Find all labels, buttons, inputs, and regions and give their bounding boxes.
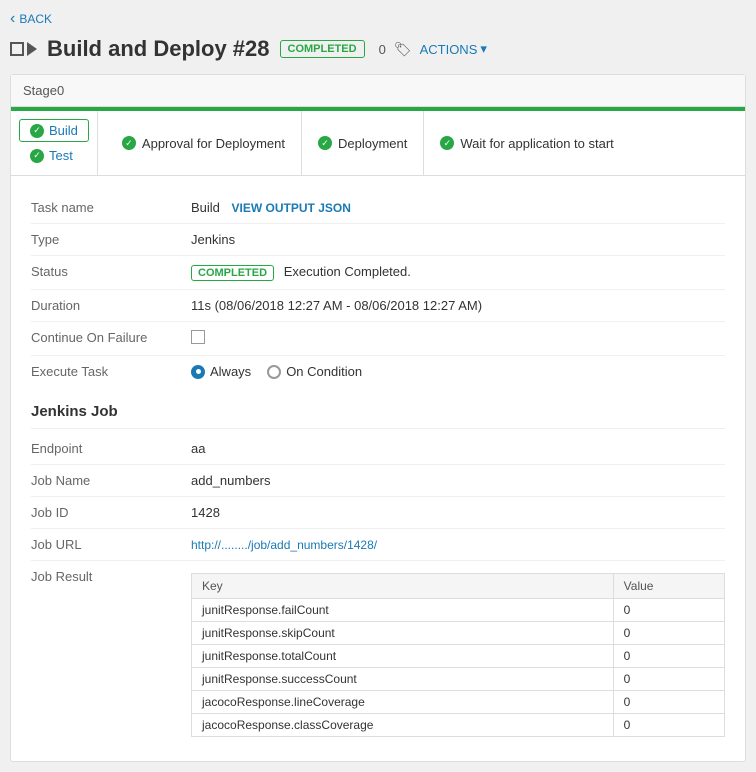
tab-test-label: Test [49,148,73,163]
table-cell-value: 0 [613,599,724,622]
task-name-value: Build VIEW OUTPUT JSON [191,200,725,215]
header-actions: 0 🏷 ACTIONS [379,41,487,58]
tab-test[interactable]: ✓ Test [19,144,89,167]
job-url-link[interactable]: http://......../job/add_numbers/1428/ [191,538,377,552]
status-label: Status [31,264,191,279]
left-tabs: ✓ Build ✓ Test [19,111,98,175]
endpoint-label: Endpoint [31,441,191,456]
continue-failure-label: Continue On Failure [31,330,191,345]
table-row: junitResponse.skipCount0 [192,622,725,645]
step-deployment-label: Deployment [338,136,407,151]
step-wait[interactable]: ✓ Wait for application to start [424,111,629,175]
back-link[interactable]: BACK [10,10,746,28]
duration-row: Duration 11s (08/06/2018 12:27 AM - 08/0… [31,290,725,322]
execute-task-label: Execute Task [31,364,191,379]
section-divider [31,428,725,429]
radio-on-condition[interactable]: On Condition [267,364,362,379]
col-value-header: Value [613,574,724,599]
page-title: Build and Deploy #28 [47,36,270,62]
detail-section: Task name Build VIEW OUTPUT JSON Type Je… [11,176,745,403]
job-result-row: Job Result Key Value junitResponse.failC… [31,561,725,745]
tag-icon: 🏷 [394,41,412,58]
continue-failure-row: Continue On Failure [31,322,725,356]
build-check-icon: ✓ [30,124,44,138]
type-label: Type [31,232,191,247]
radio-always-icon [191,365,205,379]
table-row: junitResponse.failCount0 [192,599,725,622]
step-deployment[interactable]: ✓ Deployment [302,111,424,175]
table-cell-key: junitResponse.failCount [192,599,614,622]
tab-build[interactable]: ✓ Build [19,119,89,142]
view-output-link[interactable]: VIEW OUTPUT JSON [232,201,351,215]
always-label: Always [210,364,251,379]
job-url-row: Job URL http://......../job/add_numbers/… [31,529,725,561]
continue-failure-checkbox [191,330,725,347]
table-cell-value: 0 [613,714,724,737]
status-row: Status COMPLETED Execution Completed. [31,256,725,290]
job-result-table: Key Value junitResponse.failCount0junitR… [191,573,725,737]
job-id-value: 1428 [191,505,725,520]
deployment-check-icon: ✓ [318,136,332,150]
page-header: Build and Deploy #28 COMPLETED 0 🏷 ACTIO… [10,36,746,62]
type-value: Jenkins [191,232,725,247]
main-card: Stage0 ✓ Build ✓ Test ✓ Approval for Dep… [10,74,746,762]
table-cell-key: junitResponse.successCount [192,668,614,691]
table-row: jacocoResponse.lineCoverage0 [192,691,725,714]
table-row: junitResponse.successCount0 [192,668,725,691]
test-check-icon: ✓ [30,149,44,163]
col-key-header: Key [192,574,614,599]
step-wait-label: Wait for application to start [460,136,613,151]
job-result-table-container: Key Value junitResponse.failCount0junitR… [191,569,725,737]
zero-label: 0 [379,42,386,57]
task-name-label: Task name [31,200,191,215]
completed-badge: COMPLETED [191,265,274,281]
duration-value: 11s (08/06/2018 12:27 AM - 08/06/2018 12… [191,298,725,313]
status-value: COMPLETED Execution Completed. [191,264,725,281]
table-row: jacocoResponse.classCoverage0 [192,714,725,737]
table-cell-key: jacocoResponse.classCoverage [192,714,614,737]
table-cell-value: 0 [613,668,724,691]
status-badge: COMPLETED [280,40,365,58]
pipeline-icon [10,42,37,56]
continue-checkbox[interactable] [191,330,205,344]
job-name-label: Job Name [31,473,191,488]
job-name-row: Job Name add_numbers [31,465,725,497]
tab-build-label: Build [49,123,78,138]
execute-task-options: Always On Condition [191,364,725,379]
task-name-row: Task name Build VIEW OUTPUT JSON [31,192,725,224]
approval-check-icon: ✓ [122,136,136,150]
table-cell-key: junitResponse.totalCount [192,645,614,668]
wait-check-icon: ✓ [440,136,454,150]
radio-condition-icon [267,365,281,379]
on-condition-label: On Condition [286,364,362,379]
table-cell-value: 0 [613,645,724,668]
duration-label: Duration [31,298,191,313]
jenkins-section: Jenkins Job Endpoint aa Job Name add_num… [11,403,745,761]
actions-button[interactable]: ACTIONS [420,41,487,57]
step-approval[interactable]: ✓ Approval for Deployment [106,111,302,175]
table-cell-key: jacocoResponse.lineCoverage [192,691,614,714]
job-name-value: add_numbers [191,473,725,488]
execute-task-row: Execute Task Always On Condition [31,356,725,387]
table-cell-value: 0 [613,622,724,645]
radio-group: Always On Condition [191,364,725,379]
stage-header: Stage0 [11,75,745,107]
step-approval-label: Approval for Deployment [142,136,285,151]
table-cell-key: junitResponse.skipCount [192,622,614,645]
tabs-row: ✓ Build ✓ Test ✓ Approval for Deployment… [11,111,745,176]
job-id-row: Job ID 1428 [31,497,725,529]
radio-always[interactable]: Always [191,364,251,379]
job-id-label: Job ID [31,505,191,520]
type-row: Type Jenkins [31,224,725,256]
job-result-label: Job Result [31,569,191,584]
pipeline-steps: ✓ Approval for Deployment ✓ Deployment ✓… [98,111,737,175]
status-text: Execution Completed. [284,264,411,279]
job-url-value: http://......../job/add_numbers/1428/ [191,537,725,552]
table-row: junitResponse.totalCount0 [192,645,725,668]
table-cell-value: 0 [613,691,724,714]
endpoint-row: Endpoint aa [31,433,725,465]
jenkins-title: Jenkins Job [31,403,725,420]
job-url-label: Job URL [31,537,191,552]
endpoint-value: aa [191,441,725,456]
